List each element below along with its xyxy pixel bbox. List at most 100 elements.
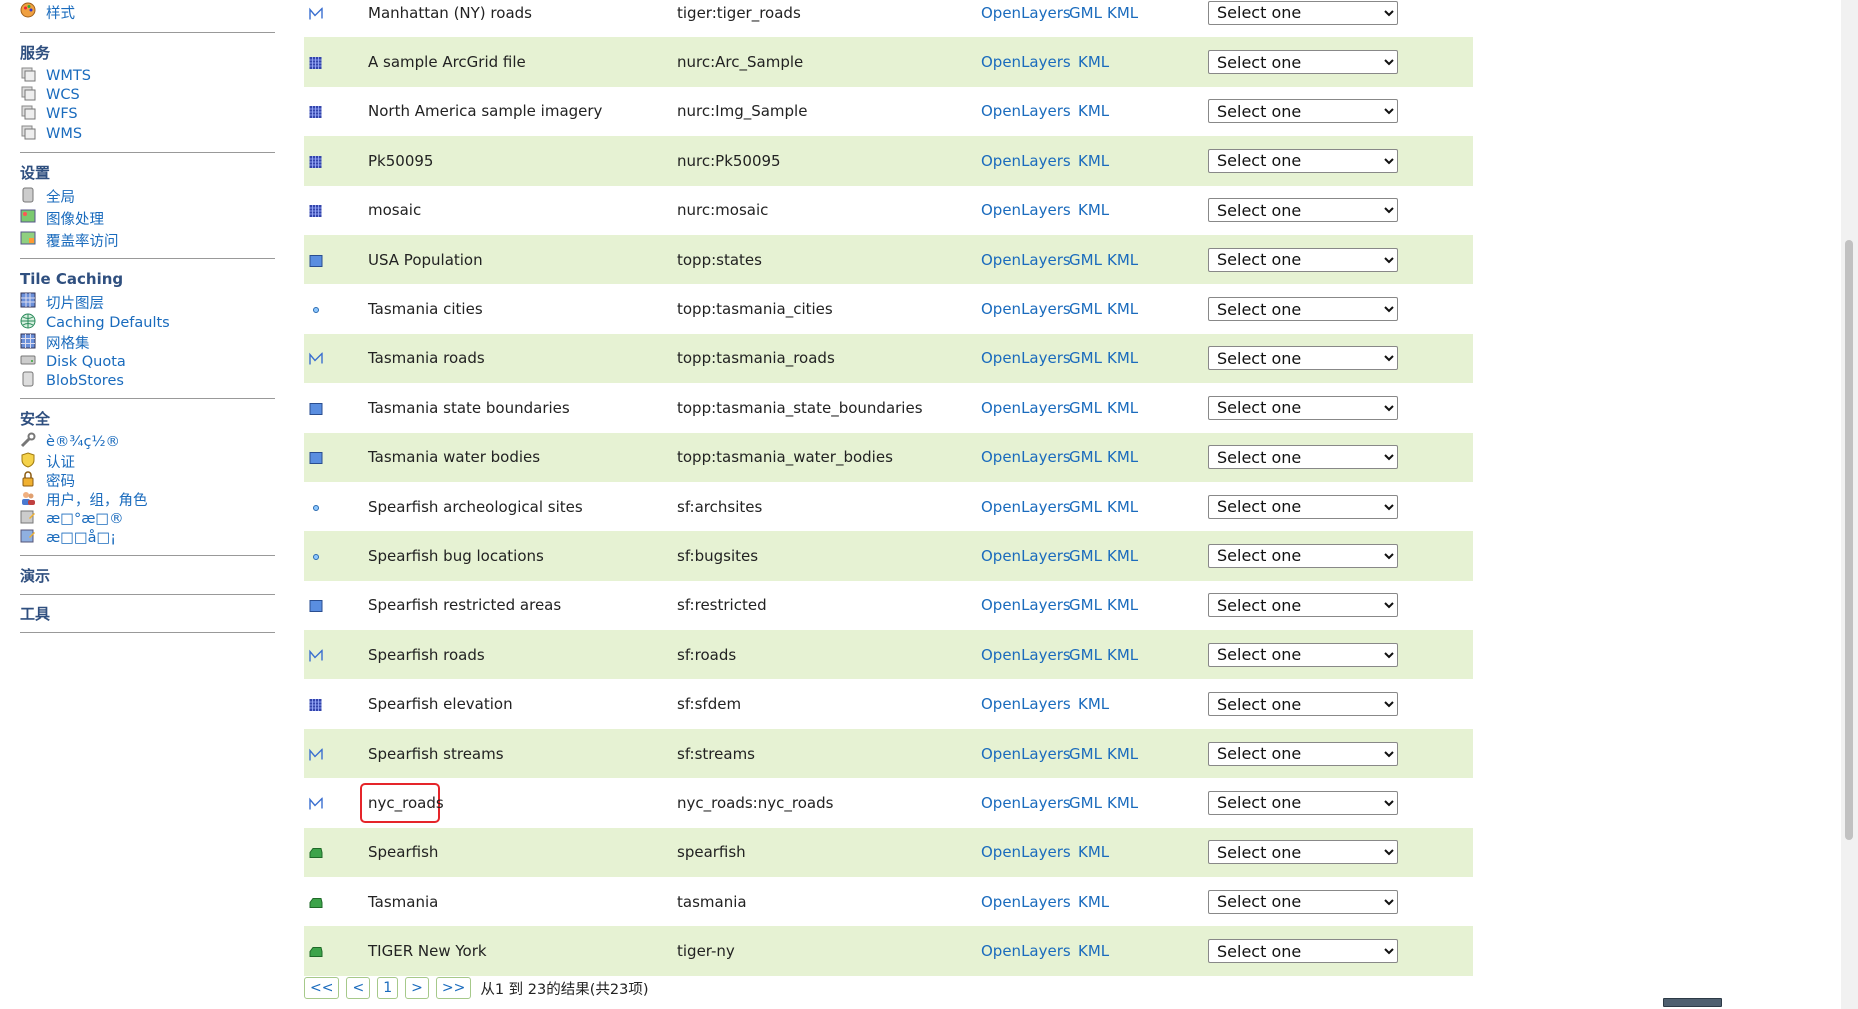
kml-link[interactable]: KML: [1078, 893, 1109, 911]
kml-link[interactable]: KML: [1107, 448, 1138, 466]
format-select[interactable]: Select one: [1208, 494, 1398, 519]
openlayers-link[interactable]: OpenLayers: [981, 4, 1071, 22]
format-select[interactable]: Select one: [1208, 445, 1398, 470]
kml-link[interactable]: KML: [1107, 251, 1138, 269]
format-select[interactable]: Select one: [1208, 50, 1398, 75]
format-select[interactable]: Select one: [1208, 939, 1398, 964]
format-select[interactable]: Select one: [1208, 889, 1398, 914]
sidebar-item-tile-layers[interactable]: 切片图层: [20, 291, 275, 313]
format-select[interactable]: Select one: [1208, 148, 1398, 173]
page-number-button[interactable]: 1: [377, 977, 399, 999]
openlayers-link[interactable]: OpenLayers: [981, 349, 1071, 367]
sidebar-item-caching-defaults[interactable]: Caching Defaults: [20, 313, 275, 333]
kml-link[interactable]: KML: [1107, 646, 1138, 664]
sidebar-item-wfs[interactable]: WFS: [20, 104, 275, 123]
kml-link[interactable]: KML: [1078, 53, 1109, 71]
kml-link[interactable]: KML: [1107, 745, 1138, 763]
sidebar-item-passwords[interactable]: 密码: [20, 470, 275, 490]
kml-link[interactable]: KML: [1107, 498, 1138, 516]
openlayers-link[interactable]: OpenLayers: [981, 251, 1071, 269]
gml-link[interactable]: GML: [1069, 4, 1102, 22]
gml-link[interactable]: GML: [1069, 399, 1102, 417]
gml-link[interactable]: GML: [1069, 448, 1102, 466]
format-select[interactable]: Select one: [1208, 790, 1398, 815]
sidebar-item-wcs[interactable]: WCS: [20, 85, 275, 104]
openlayers-link[interactable]: OpenLayers: [981, 794, 1071, 812]
format-select[interactable]: Select one: [1208, 395, 1398, 420]
openlayers-link[interactable]: OpenLayers: [981, 152, 1071, 170]
openlayers-link[interactable]: OpenLayers: [981, 300, 1071, 318]
gml-link[interactable]: GML: [1069, 596, 1102, 614]
last-page-button[interactable]: >>: [435, 977, 472, 999]
format-select[interactable]: Select one: [1208, 543, 1398, 568]
format-select[interactable]: Select one: [1208, 198, 1398, 223]
format-select[interactable]: Select one: [1208, 247, 1398, 272]
sidebar-item-styles[interactable]: 样式: [20, 1, 275, 23]
format-select[interactable]: Select one: [1208, 346, 1398, 371]
sidebar-item-blobstores[interactable]: BlobStores: [20, 371, 275, 391]
kml-link[interactable]: KML: [1107, 547, 1138, 565]
openlayers-link[interactable]: OpenLayers: [981, 53, 1071, 71]
sidebar-item-security-settings[interactable]: è®¾ç½®: [20, 432, 275, 452]
kml-link[interactable]: KML: [1078, 102, 1109, 120]
section-title-tools[interactable]: 工具: [20, 604, 275, 624]
openlayers-link[interactable]: OpenLayers: [981, 745, 1071, 763]
section-title-demo[interactable]: 演示: [20, 566, 275, 586]
gml-link[interactable]: GML: [1069, 794, 1102, 812]
openlayers-link[interactable]: OpenLayers: [981, 646, 1071, 664]
kml-link[interactable]: KML: [1078, 942, 1109, 960]
openlayers-link[interactable]: OpenLayers: [981, 201, 1071, 219]
openlayers-link[interactable]: OpenLayers: [981, 448, 1071, 466]
openlayers-link[interactable]: OpenLayers: [981, 102, 1071, 120]
openlayers-link[interactable]: OpenLayers: [981, 893, 1071, 911]
kml-link[interactable]: KML: [1107, 399, 1138, 417]
format-select[interactable]: Select one: [1208, 692, 1398, 717]
prev-page-button[interactable]: <: [346, 977, 371, 999]
gml-link[interactable]: GML: [1069, 498, 1102, 516]
kml-link[interactable]: KML: [1078, 843, 1109, 861]
kml-link[interactable]: KML: [1078, 201, 1109, 219]
format-select[interactable]: Select one: [1208, 642, 1398, 667]
sidebar-item-data-security[interactable]: æ□°æ□®: [20, 509, 275, 528]
kml-link[interactable]: KML: [1078, 695, 1109, 713]
openlayers-link[interactable]: OpenLayers: [981, 942, 1071, 960]
format-select[interactable]: Select one: [1208, 0, 1398, 25]
gml-link[interactable]: GML: [1069, 646, 1102, 664]
sidebar-item-wms[interactable]: WMS: [20, 123, 275, 145]
sidebar-item-authentication[interactable]: 认证: [20, 451, 275, 471]
openlayers-link[interactable]: OpenLayers: [981, 498, 1071, 516]
first-page-button[interactable]: <<: [304, 977, 340, 999]
sidebar-item-gridsets[interactable]: 网格集: [20, 333, 275, 352]
kml-link[interactable]: KML: [1107, 596, 1138, 614]
kml-link[interactable]: KML: [1107, 300, 1138, 318]
gml-link[interactable]: GML: [1069, 745, 1102, 763]
kml-link[interactable]: KML: [1107, 349, 1138, 367]
kml-link[interactable]: KML: [1078, 152, 1109, 170]
sidebar-item-coverage-access[interactable]: 覆盖率访问: [20, 229, 275, 251]
openlayers-link[interactable]: OpenLayers: [981, 399, 1071, 417]
sidebar-item-users-groups-roles[interactable]: 用户，组，角色: [20, 490, 275, 509]
openlayers-link[interactable]: OpenLayers: [981, 843, 1071, 861]
sidebar-item-image-processing[interactable]: 图像处理: [20, 207, 275, 229]
gml-link[interactable]: GML: [1069, 300, 1102, 318]
format-select[interactable]: Select one: [1208, 840, 1398, 865]
format-select[interactable]: Select one: [1208, 99, 1398, 124]
format-select[interactable]: Select one: [1208, 593, 1398, 618]
gml-link[interactable]: GML: [1069, 349, 1102, 367]
scrollbar-thumb[interactable]: [1845, 240, 1853, 840]
sidebar-item-service-security[interactable]: æ□□å□¡: [20, 528, 275, 548]
sidebar-item-disk-quota[interactable]: Disk Quota: [20, 352, 275, 371]
sidebar-item-wmts[interactable]: WMTS: [20, 66, 275, 85]
vertical-scrollbar[interactable]: [1841, 0, 1858, 1009]
next-page-button[interactable]: >: [405, 977, 429, 999]
gml-link[interactable]: GML: [1069, 251, 1102, 269]
openlayers-link[interactable]: OpenLayers: [981, 695, 1071, 713]
gml-link[interactable]: GML: [1069, 547, 1102, 565]
format-select[interactable]: Select one: [1208, 741, 1398, 766]
openlayers-link[interactable]: OpenLayers: [981, 596, 1071, 614]
format-select[interactable]: Select one: [1208, 297, 1398, 322]
kml-link[interactable]: KML: [1107, 4, 1138, 22]
openlayers-link[interactable]: OpenLayers: [981, 547, 1071, 565]
sidebar-item-global[interactable]: 全局: [20, 186, 275, 207]
kml-link[interactable]: KML: [1107, 794, 1138, 812]
